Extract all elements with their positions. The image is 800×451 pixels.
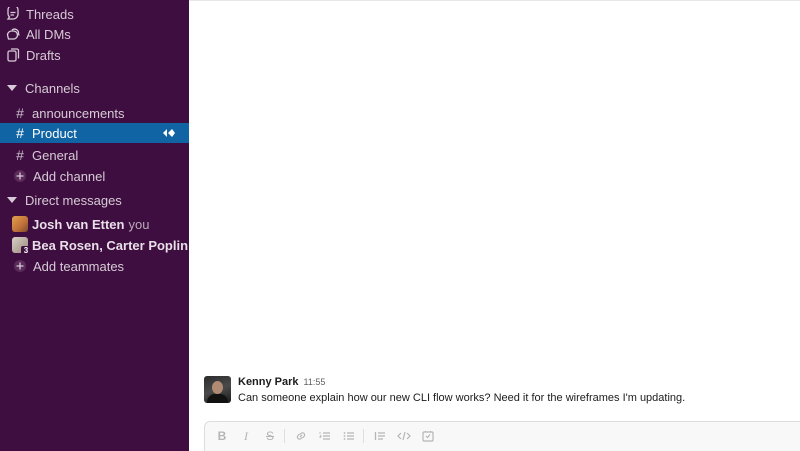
- hash-icon: #: [16, 147, 24, 163]
- avatar: [12, 216, 28, 232]
- caret-down-icon[interactable]: [7, 85, 17, 91]
- message-author[interactable]: Kenny Park: [238, 376, 299, 388]
- sidebar-item-dm-group[interactable]: 3 Bea Rosen, Carter Poplin ...: [0, 235, 189, 255]
- sidebar-item-label: All DMs: [26, 26, 71, 42]
- add-channel-label: Add channel: [33, 168, 106, 184]
- member-count-badge: 3: [21, 246, 31, 255]
- ordered-list-icon[interactable]: [314, 426, 336, 446]
- message-pane: Kenny Park 11:55 Can someone explain how…: [189, 0, 800, 451]
- message-timestamp[interactable]: 11:55: [304, 377, 326, 387]
- channels-section-header[interactable]: Channels: [0, 78, 189, 98]
- dm-name: Bea Rosen, Carter Poplin ...: [32, 237, 189, 253]
- dm-name: Josh van Etten: [32, 216, 125, 232]
- sidebar-item-label: Drafts: [26, 47, 61, 63]
- section-title: Direct messages: [25, 192, 122, 208]
- toolbar-divider: [363, 429, 364, 443]
- divider: [189, 0, 800, 1]
- all-dms-icon: [5, 26, 21, 42]
- sidebar-item-channel-general[interactable]: # General: [0, 145, 189, 165]
- link-icon[interactable]: [290, 426, 312, 446]
- bold-icon[interactable]: B: [211, 426, 233, 446]
- sidebar-item-dm-self[interactable]: Josh van Etten you: [0, 214, 189, 234]
- sidebar-item-drafts[interactable]: Drafts: [0, 45, 189, 65]
- formatting-toolbar: B I S: [205, 422, 439, 450]
- code-block-icon[interactable]: [417, 426, 439, 446]
- code-icon[interactable]: [393, 426, 415, 446]
- channel-name: announcements: [32, 105, 125, 121]
- channel-share-icon: [163, 127, 175, 139]
- drafts-icon: [5, 47, 21, 63]
- threads-icon: [5, 6, 21, 22]
- sidebar-item-label: Threads: [26, 6, 74, 22]
- sidebar: Threads All DMs Drafts Channels # announ…: [0, 0, 189, 451]
- add-teammates-button[interactable]: Add teammates: [0, 256, 189, 276]
- caret-down-icon[interactable]: [7, 197, 17, 203]
- dm-section-header[interactable]: Direct messages: [0, 190, 189, 210]
- avatar[interactable]: [204, 376, 231, 403]
- group-avatar: 3: [12, 237, 31, 255]
- blockquote-icon[interactable]: [369, 426, 391, 446]
- sidebar-item-all-dms[interactable]: All DMs: [0, 24, 189, 44]
- dm-you-label: you: [128, 216, 150, 232]
- strikethrough-icon[interactable]: S: [259, 426, 281, 446]
- hash-icon: #: [16, 125, 24, 141]
- add-icon: [12, 168, 28, 184]
- sidebar-item-threads[interactable]: Threads: [0, 4, 189, 24]
- message[interactable]: Kenny Park 11:55 Can someone explain how…: [204, 376, 794, 406]
- add-icon: [12, 258, 28, 274]
- channel-name: General: [32, 147, 79, 163]
- message-text: Can someone explain how our new CLI flow…: [238, 392, 686, 404]
- channel-name: Product: [32, 125, 77, 141]
- toolbar-divider: [284, 429, 285, 443]
- sidebar-item-channel-announcements[interactable]: # announcements: [0, 103, 189, 123]
- italic-icon[interactable]: I: [235, 426, 257, 446]
- message-composer[interactable]: B I S: [204, 421, 800, 451]
- section-title: Channels: [25, 80, 80, 96]
- add-teammates-label: Add teammates: [33, 258, 125, 274]
- add-channel-button[interactable]: Add channel: [0, 166, 189, 186]
- sidebar-item-channel-product[interactable]: # Product: [0, 123, 189, 143]
- hash-icon: #: [16, 105, 24, 121]
- bulleted-list-icon[interactable]: [338, 426, 360, 446]
